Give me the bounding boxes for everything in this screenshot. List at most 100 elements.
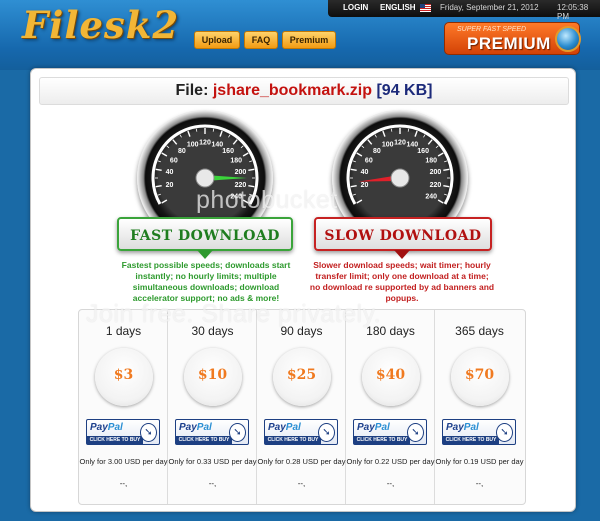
plan-extra: --, xyxy=(119,479,128,488)
cursor-icon: ➘ xyxy=(496,423,513,442)
plan-card: 1 days $3 PayPal CLICK HERE TO BUY ➘ Onl… xyxy=(79,310,168,504)
gauge-tick-label: 200 xyxy=(430,169,442,176)
nav-upload[interactable]: Upload xyxy=(194,31,240,49)
gauge-tick xyxy=(444,193,448,196)
gauge-tick-label: 180 xyxy=(230,158,242,165)
paypal-buy-button[interactable]: PayPal CLICK HERE TO BUY ➘ xyxy=(264,419,338,445)
premium-plans: 1 days $3 PayPal CLICK HERE TO BUY ➘ Onl… xyxy=(78,309,526,505)
paypal-logo: PayPal xyxy=(446,422,479,433)
plan-extra: --, xyxy=(386,479,395,488)
plan-card: 90 days $25 PayPal CLICK HERE TO BUY ➘ O… xyxy=(257,310,346,504)
gauge-tick-label: 40 xyxy=(166,169,174,176)
plan-extra: --, xyxy=(297,479,306,488)
gauge-tick xyxy=(179,134,182,138)
plan-per-day: Only for 0.33 USD per day xyxy=(168,457,257,466)
paypal-button-label: CLICK HERE TO BUY xyxy=(265,436,321,444)
plan-price: $25 xyxy=(286,367,317,383)
cursor-icon: ➘ xyxy=(407,423,424,442)
paypal-buy-button[interactable]: PayPal CLICK HERE TO BUY ➘ xyxy=(86,419,160,445)
gauge-tick xyxy=(350,168,357,172)
paypal-button-label: CLICK HERE TO BUY xyxy=(87,436,143,444)
fast-description: Fastest possible speeds; downloads start… xyxy=(121,260,291,303)
file-name: jshare_bookmark.zip xyxy=(212,82,373,99)
plan-price: $10 xyxy=(197,367,228,383)
plan-price: $70 xyxy=(464,367,495,383)
gauge-tick-label: 60 xyxy=(170,158,178,165)
plan-per-day: Only for 0.19 USD per day xyxy=(435,457,524,466)
nav-faq[interactable]: FAQ xyxy=(244,31,278,49)
gauge-tick xyxy=(161,199,168,204)
gauge-tick xyxy=(161,152,168,157)
gauge-tick xyxy=(157,193,161,196)
gauge-tick xyxy=(248,168,255,172)
gauge-tick-label: 180 xyxy=(425,158,437,165)
gauge-tick xyxy=(423,134,426,138)
gauge-tick-label: 20 xyxy=(166,182,174,189)
gauge-tick xyxy=(437,199,444,204)
gauge-tick xyxy=(367,139,373,145)
paypal-button-label: CLICK HERE TO BUY xyxy=(176,436,232,444)
gauge-tick xyxy=(437,152,444,157)
paypal-buy-button[interactable]: PayPal CLICK HERE TO BUY ➘ xyxy=(175,419,249,445)
date-text: Friday, September 21, 2012 xyxy=(440,3,539,12)
gauge-tick xyxy=(219,130,223,137)
gauge-hub xyxy=(390,168,410,188)
gauge-tick xyxy=(157,160,161,163)
download-panel: File: jshare_bookmark.zip [94 KB] 20 40 60… xyxy=(30,68,576,512)
gauge-tick-label: 220 xyxy=(430,182,442,189)
nav-premium[interactable]: Premium xyxy=(282,31,336,49)
plan-card: 30 days $10 PayPal CLICK HERE TO BUY ➘ O… xyxy=(168,310,257,504)
fast-arrow-icon xyxy=(197,250,213,259)
top-bar: LOGIN ENGLISH Friday, September 21, 2012… xyxy=(328,0,600,21)
file-prefix: File: xyxy=(175,82,209,99)
paypal-buy-button[interactable]: PayPal CLICK HERE TO BUY ➘ xyxy=(353,419,427,445)
gauge-tick xyxy=(187,130,191,137)
gauge-tick xyxy=(232,139,238,145)
gauge-tick xyxy=(195,128,198,132)
gauge-tick xyxy=(361,145,365,149)
plan-card: 365 days $70 PayPal CLICK HERE TO BUY ➘ … xyxy=(435,310,524,504)
paypal-button-label: CLICK HERE TO BUY xyxy=(354,436,410,444)
gauge-tick xyxy=(155,168,162,172)
language-selector[interactable]: ENGLISH xyxy=(380,3,416,12)
gauge-tick xyxy=(356,152,363,157)
premium-banner-button[interactable]: SUPER FAST SPEED PREMIUM xyxy=(444,22,581,55)
plan-days: 365 days xyxy=(455,324,504,338)
gauge-tick-label: 80 xyxy=(178,148,186,155)
gauge-tick xyxy=(414,130,418,137)
gauge-tick xyxy=(172,139,178,145)
plan-per-day: Only for 0.28 USD per day xyxy=(257,457,346,466)
site-header: Filesk2 LOGIN ENGLISH Friday, September … xyxy=(0,0,600,70)
cursor-icon: ➘ xyxy=(318,423,335,442)
paypal-buy-button[interactable]: PayPal CLICK HERE TO BUY ➘ xyxy=(442,419,516,445)
premium-label: PREMIUM xyxy=(467,34,551,53)
gauge-tick xyxy=(382,130,386,137)
gauge-tick-label: 160 xyxy=(222,148,234,155)
watermark-brand: photobucket xyxy=(196,186,338,214)
site-logo[interactable]: Filesk2 xyxy=(22,3,179,47)
gauge-tick-label: 40 xyxy=(361,169,369,176)
gauge-tick-label: 120 xyxy=(199,140,211,147)
globe-icon xyxy=(555,26,581,52)
gauge-tick xyxy=(356,199,363,204)
slow-download-button[interactable]: SLOW DOWNLOAD xyxy=(314,217,492,251)
us-flag-icon[interactable] xyxy=(420,4,431,12)
gauge-tick xyxy=(374,134,377,138)
watermark-tagline: Join free. Share privately. xyxy=(86,300,382,328)
login-link[interactable]: LOGIN xyxy=(343,3,368,12)
plan-per-day: Only for 3.00 USD per day xyxy=(79,457,168,466)
gauge-hub xyxy=(195,168,215,188)
time-text: 12:05:38 PM xyxy=(557,3,589,21)
gauge-tick xyxy=(444,160,448,163)
gauge-tick-label: 60 xyxy=(365,158,373,165)
gauge-tick-label: 20 xyxy=(361,182,369,189)
gauge-tick-label: 80 xyxy=(373,148,381,155)
gauge-tick xyxy=(240,145,244,149)
paypal-logo: PayPal xyxy=(179,422,212,433)
gauge-tick xyxy=(212,128,215,132)
paypal-button-label: CLICK HERE TO BUY xyxy=(443,436,499,444)
gauge-tick xyxy=(350,184,357,188)
plan-per-day: Only for 0.22 USD per day xyxy=(346,457,435,466)
fast-download-button[interactable]: FAST DOWNLOAD xyxy=(117,217,293,251)
gauge-tick-label: 100 xyxy=(382,142,394,149)
